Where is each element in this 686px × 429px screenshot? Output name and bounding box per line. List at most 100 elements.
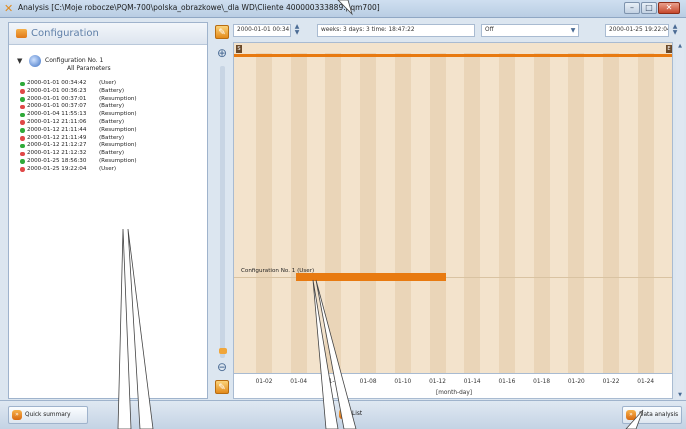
event-type: (User): [99, 80, 117, 86]
close-button[interactable]: ✕: [658, 2, 680, 14]
x-tick-label: 01-12: [429, 379, 446, 385]
x-tick-label: 01-04: [290, 379, 308, 385]
title-bar: ✕ Analysis [C:\Moje robocze\PQM-700\pols…: [0, 0, 686, 18]
quick-summary-button[interactable]: » Quick summary: [8, 406, 88, 424]
x-tick-label: 01-24: [637, 379, 655, 385]
event-type: (User): [99, 165, 117, 172]
end-marker[interactable]: E: [666, 45, 672, 53]
day-stripe: [568, 53, 585, 373]
zoom-out-icon[interactable]: ⊖: [215, 360, 229, 374]
event-row[interactable]: 2000-01-12 21:11:06 (Battery): [19, 119, 205, 127]
list-icon: »: [339, 409, 349, 419]
zoom-in-icon[interactable]: ⊕: [215, 46, 229, 60]
power-on-icon: [20, 81, 25, 86]
configuration-header: Configuration: [9, 23, 207, 45]
event-timestamp: 2000-01-01 00:34:42: [27, 80, 87, 86]
day-stripe: [464, 53, 481, 373]
bottom-bar: » Quick summary » List » Data analysis: [0, 400, 686, 429]
x-tick-label: 01-08: [359, 379, 377, 385]
minimize-button[interactable]: –: [624, 2, 640, 14]
scroll-up-icon[interactable]: ▲: [676, 42, 684, 50]
expand-arrow-icon[interactable]: ▼: [17, 57, 22, 65]
power-off-icon: [20, 151, 25, 157]
power-off-icon: [20, 167, 25, 172]
quick-summary-icon: »: [12, 410, 22, 420]
scroll-down-icon[interactable]: ▼: [676, 391, 684, 399]
event-row[interactable]: 2000-01-25 19:22:04 (User): [19, 166, 205, 174]
event-row[interactable]: 2000-01-12 21:11:49 (Battery): [19, 135, 205, 143]
event-type: (Resumption): [99, 111, 137, 118]
start-marker[interactable]: S: [236, 45, 242, 53]
x-axis-label: [month-day]: [435, 390, 473, 396]
power-off-icon: [20, 120, 25, 125]
x-tick-label: 01-10: [394, 379, 412, 385]
x-tick-label: 01-18: [533, 379, 551, 385]
x-tick-label: 01-16: [498, 379, 516, 385]
zoom-slider-handle[interactable]: [219, 348, 227, 354]
day-stripe: [256, 53, 272, 373]
event-type: (Resumption): [99, 142, 137, 149]
event-row[interactable]: 2000-01-01 00:37:01 (Resumption): [19, 96, 205, 104]
event-row[interactable]: 2000-01-01 00:37:07 (Battery): [19, 103, 205, 111]
event-timestamp: 2000-01-12 21:12:27: [27, 142, 87, 149]
x-tick-label: 01-20: [567, 379, 585, 385]
end-time-spinner-icon[interactable]: ▲ ▼: [671, 24, 679, 37]
event-list: 2000-01-01 00:34:42 (User) 2000-01-01 00:3…: [19, 80, 205, 174]
export-icon[interactable]: ✎: [215, 380, 229, 394]
event-type: (Battery): [99, 87, 125, 94]
time-range-bar: 2000-01-01 00:34:42 ▲▼ weeks: 3 days: 3 …: [231, 22, 681, 38]
power-on-icon: [20, 112, 25, 118]
end-time-field[interactable]: 2000-01-25 19:22:04: [605, 24, 669, 37]
timeline-chart[interactable]: S E Configuration No. 1 (User): [233, 42, 673, 374]
all-parameters-item[interactable]: All Parameters: [67, 65, 111, 72]
configuration-bar[interactable]: [296, 273, 446, 281]
day-stripe: [429, 53, 446, 373]
list-button[interactable]: » List: [336, 406, 376, 424]
start-time-spinner-icon[interactable]: ▲ ▼: [293, 24, 301, 37]
chart-toolbar: ✎ ⊕ ⊖ ✎: [213, 22, 231, 399]
event-timestamp: 2000-01-12 21:11:06: [27, 118, 87, 125]
event-row[interactable]: 2000-01-12 21:11:44 (Resumption): [19, 127, 205, 135]
event-row[interactable]: 2000-01-12 21:12:27 (Resumption): [19, 142, 205, 150]
day-stripe: [533, 53, 550, 373]
zoom-slider[interactable]: [220, 66, 225, 358]
day-stripe: [325, 53, 342, 373]
x-tick-label: 01-06: [324, 379, 342, 385]
event-row[interactable]: 2000-01-01 00:34:42 (User): [19, 80, 205, 88]
x-tick-label: 01-22: [602, 379, 620, 385]
event-timestamp: 2000-01-25 19:22:04: [27, 165, 87, 172]
power-off-icon: [20, 89, 25, 94]
day-stripe: [603, 53, 619, 373]
duration-field: weeks: 3 days: 3 time: 18:47:22: [317, 24, 475, 37]
window-title: Analysis [C:\Moje robocze\PQM-700\polska…: [18, 3, 380, 12]
event-type: (Resumption): [99, 95, 137, 102]
configuration-panel: Configuration ▼ Configuration No. 1 All …: [8, 22, 208, 399]
event-row[interactable]: 2000-01-12 21:12:32 (Battery): [19, 150, 205, 158]
power-off-icon: [20, 104, 25, 110]
event-type: (Resumption): [99, 157, 137, 164]
x-tick-label: 01-02: [255, 379, 273, 385]
power-on-icon: [20, 159, 25, 164]
power-off-icon: [20, 136, 25, 141]
event-timestamp: 2000-01-12 21:11:44: [27, 126, 87, 133]
event-type: (Battery): [99, 118, 125, 125]
event-row[interactable]: 2000-01-04 11:55:13 (Resumption): [19, 111, 205, 119]
configuration-title: Configuration: [31, 28, 99, 39]
quick-summary-label: Quick summary: [25, 412, 71, 418]
event-row[interactable]: 2000-01-01 00:36:23 (Battery): [19, 88, 205, 96]
start-time-field[interactable]: 2000-01-01 00:34:42: [233, 24, 291, 37]
event-row[interactable]: 2000-01-25 18:56:30 (Resumption): [19, 158, 205, 166]
analysis-window: ✕ Analysis [C:\Moje robocze\PQM-700\pols…: [0, 0, 686, 429]
tree-root-label: Configuration No. 1: [45, 57, 104, 64]
chevron-down-icon[interactable]: ▼: [567, 24, 579, 37]
power-on-icon: [20, 97, 25, 102]
maximize-button[interactable]: □: [641, 2, 657, 14]
edit-icon[interactable]: ✎: [215, 25, 229, 39]
data-analysis-button[interactable]: » Data analysis: [622, 406, 682, 424]
power-on-icon: [20, 128, 25, 133]
filter-select[interactable]: Off: [481, 24, 579, 37]
event-type: (Battery): [99, 150, 125, 157]
vertical-scrollbar[interactable]: ▲ ▼: [676, 42, 684, 399]
day-stripe: [360, 53, 377, 373]
configuration-globe-icon: [29, 55, 41, 67]
